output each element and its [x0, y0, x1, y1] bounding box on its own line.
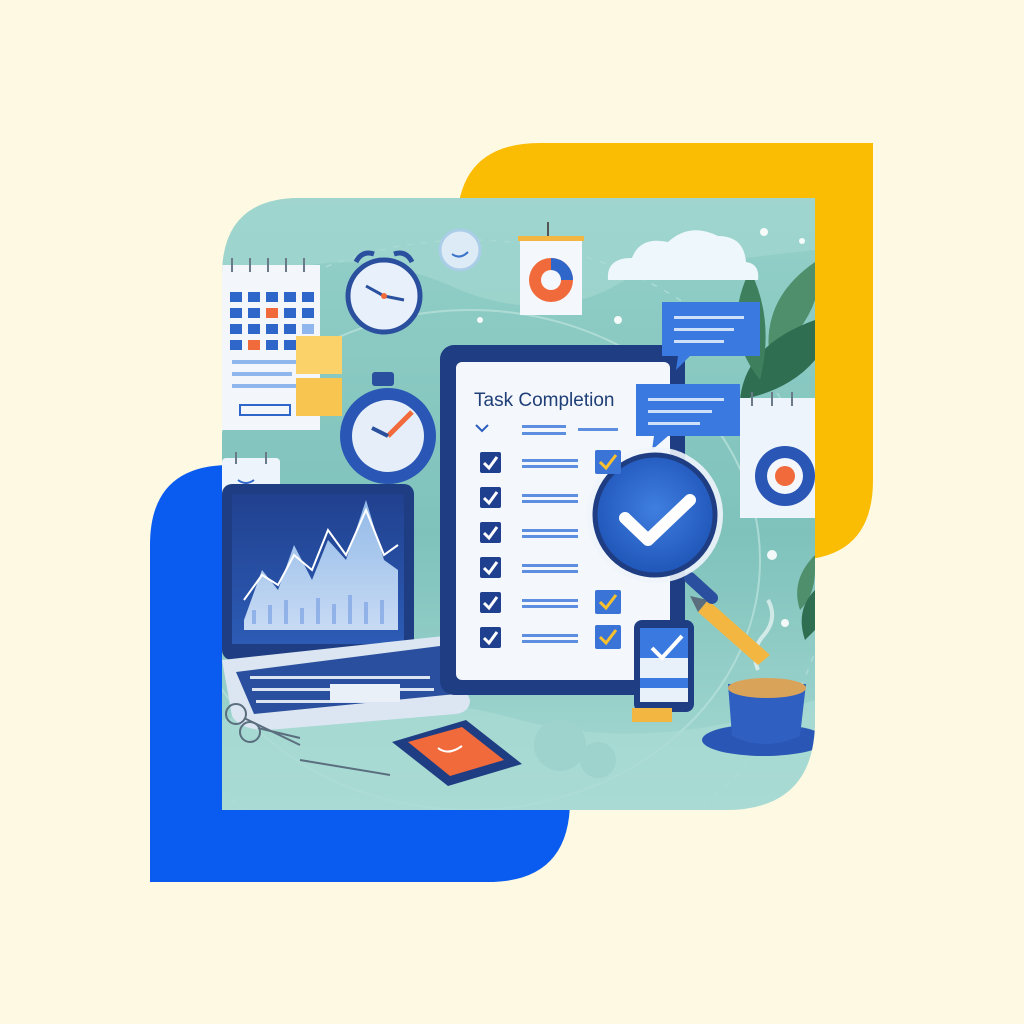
task-line	[522, 605, 578, 608]
target-calendar-icon	[740, 392, 815, 518]
checkbox	[480, 592, 501, 613]
task-line	[522, 465, 578, 468]
checkbox	[480, 627, 501, 648]
highlight-checkbox	[595, 590, 621, 614]
checkbox	[480, 452, 501, 473]
task-line	[522, 500, 578, 503]
task-line	[522, 640, 578, 643]
task-completion-illustration: Task Completion	[150, 143, 873, 882]
task-line	[522, 634, 578, 637]
tablet-title: Task Completion	[474, 390, 614, 411]
checkbox	[480, 557, 501, 578]
task-line	[522, 459, 578, 462]
task-line	[522, 529, 578, 532]
checkbox	[480, 522, 501, 543]
task-line	[522, 599, 578, 602]
task-line	[522, 564, 578, 567]
checkbox	[480, 487, 501, 508]
task-line	[522, 494, 578, 497]
highlight-checkbox	[595, 450, 621, 474]
task-line	[522, 570, 578, 573]
phone-standing-icon	[632, 620, 694, 722]
task-line	[522, 535, 578, 538]
highlight-checkbox	[595, 625, 621, 649]
clock-badge-icon	[438, 228, 482, 272]
